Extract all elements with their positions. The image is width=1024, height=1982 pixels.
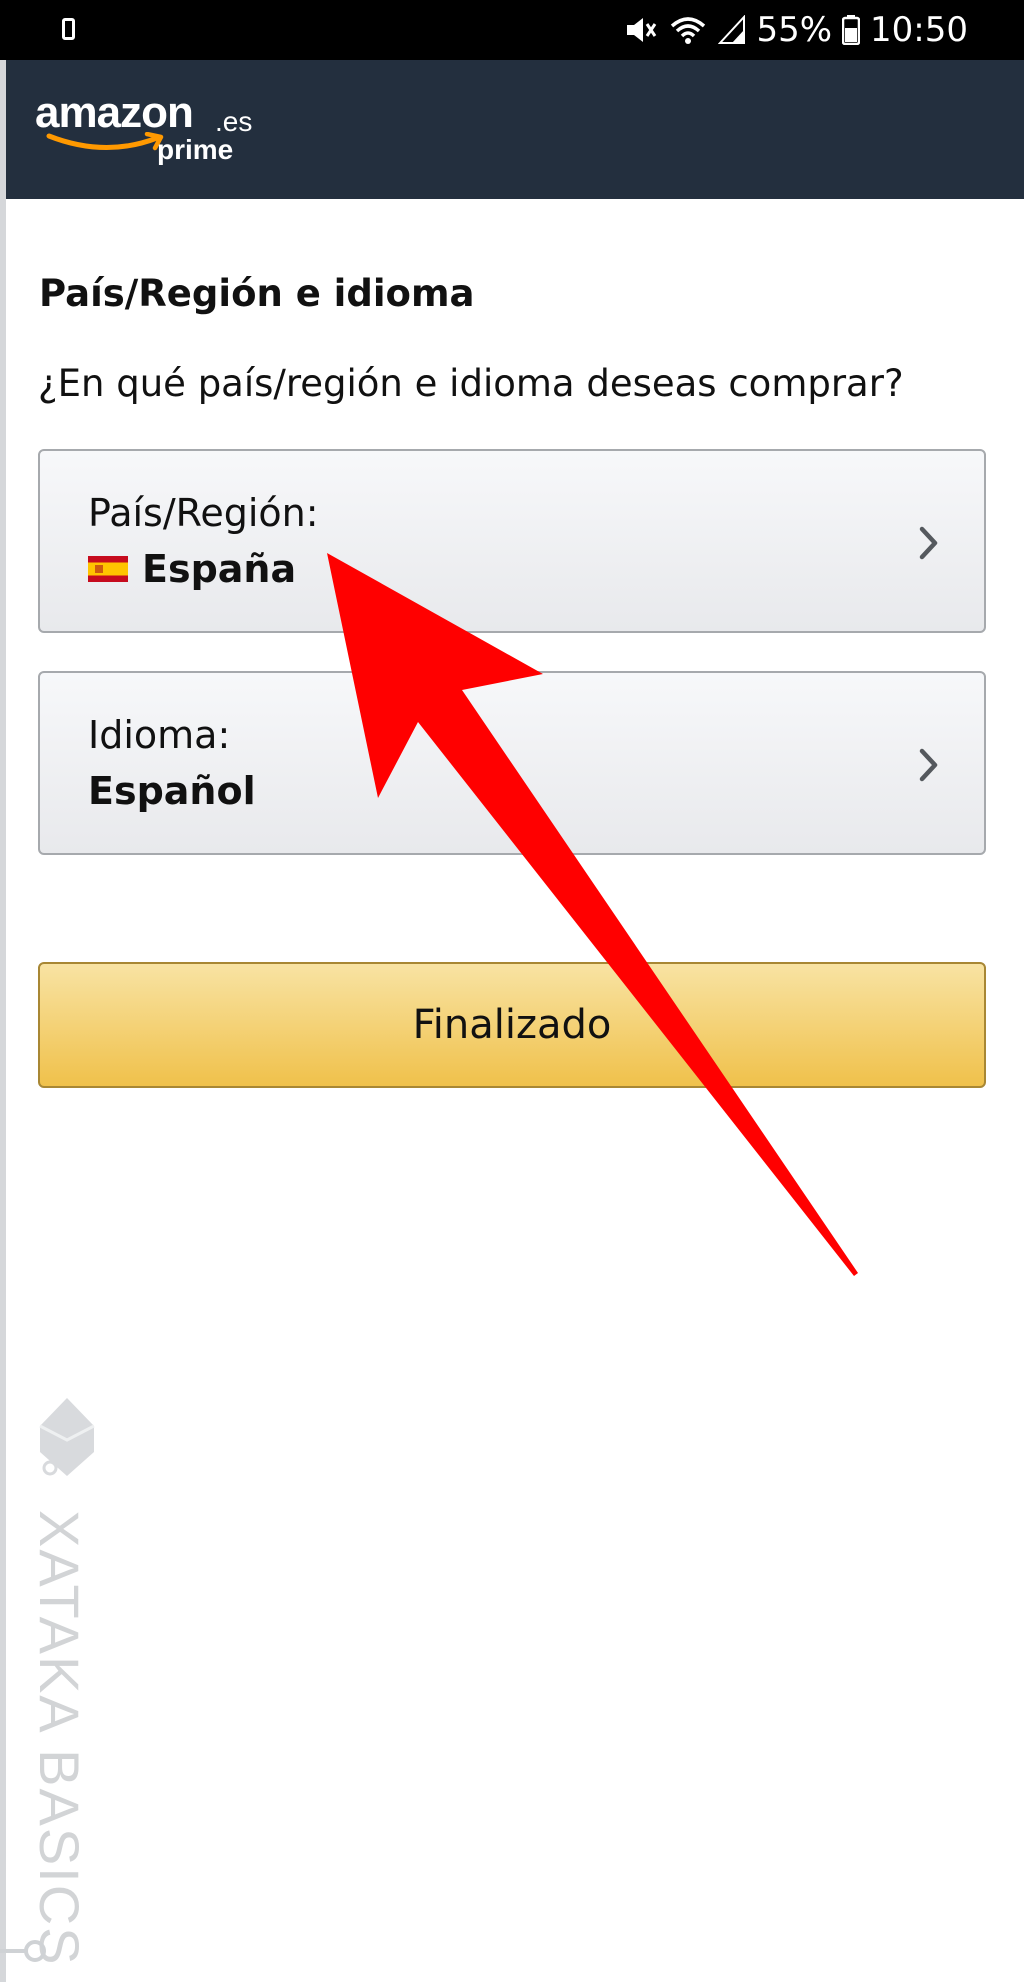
watermark-pin-icon xyxy=(24,1940,46,1962)
battery-icon xyxy=(842,15,861,45)
country-value: España xyxy=(142,547,297,591)
language-selector[interactable]: Idioma: Español xyxy=(38,671,986,855)
language-value: Español xyxy=(88,769,256,813)
logo-word: amazon xyxy=(35,88,194,137)
clock: 10:50 xyxy=(870,10,968,50)
screen: 55% 10:50 amazon .es prime País/Región e… xyxy=(0,0,1024,1982)
left-edge xyxy=(0,60,6,1982)
header: amazon .es prime xyxy=(6,60,1024,199)
battery-percent: 55% xyxy=(756,10,833,50)
amazon-prime-logo[interactable]: amazon .es prime xyxy=(35,88,255,178)
page-question: ¿En qué país/región e idioma deseas comp… xyxy=(38,362,904,405)
country-label: País/Región: xyxy=(88,491,319,535)
logo-prime: prime xyxy=(157,134,234,165)
mute-icon xyxy=(627,18,657,42)
country-selector[interactable]: País/Región: España xyxy=(38,449,986,633)
watermark-line xyxy=(0,1949,26,1953)
country-value-row: España xyxy=(88,547,296,591)
language-value-row: Español xyxy=(88,769,256,813)
spain-flag-icon xyxy=(88,556,128,582)
language-label: Idioma: xyxy=(88,713,231,757)
chevron-right-icon xyxy=(919,526,938,560)
done-button[interactable]: Finalizado xyxy=(38,962,986,1088)
xataka-logo-icon xyxy=(39,1398,95,1476)
chevron-right-icon xyxy=(919,748,938,782)
status-icons: 55% 10:50 xyxy=(624,0,968,60)
page-title: País/Región e idioma xyxy=(39,272,475,315)
wifi-icon xyxy=(671,17,706,44)
watermark-text: XATAKA BASICS xyxy=(28,1510,91,1967)
smile-icon xyxy=(46,132,164,151)
signal-icon xyxy=(718,15,746,44)
phone-icon xyxy=(62,18,75,40)
status-bar: 55% 10:50 xyxy=(0,0,1024,60)
